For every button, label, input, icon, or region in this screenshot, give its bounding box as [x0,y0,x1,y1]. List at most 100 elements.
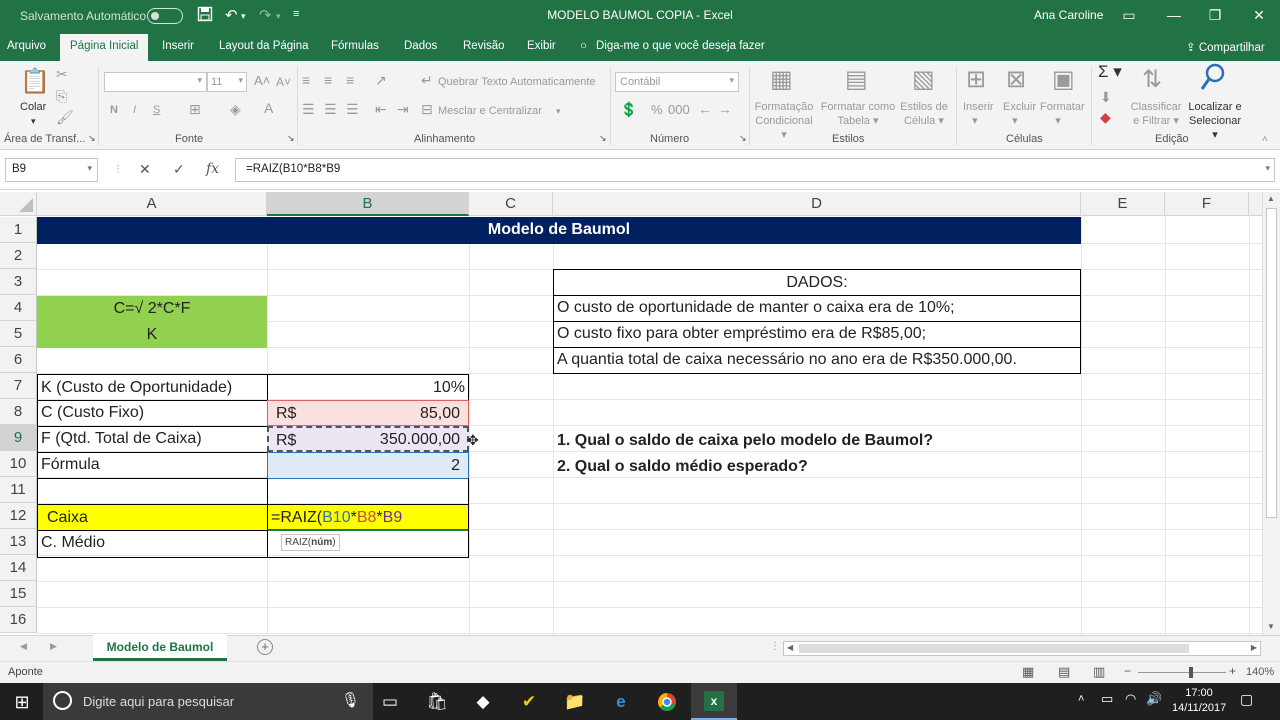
taskbar-clock[interactable]: 17:00 14/11/2017 [1172,686,1226,716]
label-formula-cell[interactable]: Fórmula [37,452,268,479]
autosum-icon[interactable]: Σ ▾ [1098,63,1122,80]
dados-header-cell[interactable]: DADOS: [553,269,1081,296]
sort-filter-button[interactable]: Classificar e Filtrar ▾ [1130,100,1182,128]
value-f-cell[interactable]: R$ 350.000,00 [267,426,469,452]
action-center-icon[interactable]: ▢ [1240,691,1253,708]
tell-me-search[interactable]: Diga-me o que você deseja fazer [596,40,765,52]
edge-icon[interactable]: e [607,692,635,712]
task-view-icon[interactable]: ▭ [376,692,404,712]
cancel-entry-button[interactable]: ✕ [139,161,151,178]
value-c-cell[interactable]: R$ 85,00 [267,400,469,426]
normal-view-icon[interactable]: ▦ [1022,664,1034,680]
scroll-left-icon[interactable]: ◀ [787,643,793,652]
label-caixa-cell[interactable]: Caixa [37,504,268,531]
collapse-ribbon-icon[interactable]: ˄ [1262,133,1268,147]
fill-color-icon[interactable]: ◈ [230,101,241,118]
italic-button[interactable]: I [133,103,136,117]
paste-button[interactable]: Colar [20,100,46,114]
underline-button[interactable]: S [153,103,160,117]
number-launcher-icon[interactable]: ↘ [739,133,747,144]
tab-split-icon[interactable]: ⋮ [770,641,780,652]
excel-taskbar-button[interactable]: x [691,683,737,720]
microphone-icon[interactable]: 🎙 [341,691,360,709]
maximize-icon[interactable]: ❐ [1201,4,1229,26]
row-header-4[interactable]: 4 [0,295,37,321]
thousands-separator-icon[interactable]: 000 [668,103,690,117]
vertical-scrollbar[interactable]: ▲ ▼ [1262,192,1280,635]
tab-formulas[interactable]: Fórmulas [331,40,379,52]
select-all-corner[interactable] [0,192,37,216]
name-box[interactable]: B9 ▾ [5,158,98,182]
row-header-11[interactable]: 11 [0,477,37,503]
row-header-14[interactable]: 14 [0,555,37,581]
paste-icon[interactable]: 📋 [20,67,50,96]
merge-center-button[interactable]: Mesclar e Centralizar [438,104,542,118]
zoom-out-icon[interactable]: − [1124,664,1131,678]
cell-styles-button[interactable]: Estilos de Célula ▾ [898,100,950,128]
dados-row-2[interactable]: O custo fixo para obter empréstimo era d… [553,321,1081,348]
horizontal-scrollbar[interactable]: ◀ ▶ [783,641,1261,656]
page-break-view-icon[interactable]: ▥ [1093,664,1105,680]
tab-dados[interactable]: Dados [404,40,437,52]
wifi-icon[interactable]: ◠ [1125,691,1136,707]
app-icon[interactable]: ◆ [469,692,497,712]
tab-revisao[interactable]: Revisão [463,40,505,52]
share-button[interactable]: ⇪ Compartilhar [1186,40,1265,54]
question-1[interactable]: 1. Qual o saldo de caixa pelo modelo de … [557,428,933,454]
zoom-slider-thumb[interactable] [1189,667,1193,678]
add-sheet-icon[interactable]: + [257,639,273,655]
clear-icon[interactable]: ◆ [1100,109,1111,126]
vertical-scroll-thumb[interactable] [1266,208,1277,518]
value-k-cell[interactable]: 10% [267,374,469,401]
increase-decimal-icon[interactable]: ← [698,101,712,117]
scroll-down-icon[interactable]: ▼ [1267,622,1275,631]
next-sheet-icon[interactable]: ▶ [50,641,57,652]
row-header-12[interactable]: 12 [0,503,37,529]
cut-icon[interactable]: ✂ [56,66,68,83]
borders-icon[interactable]: ⊞ [189,101,201,118]
show-hidden-icons[interactable]: ˄ [1078,693,1084,705]
align-right-icon[interactable]: ☰ [346,101,359,118]
fill-icon[interactable]: ⬇ [1100,89,1112,106]
row-header-1[interactable]: 1 [0,217,37,243]
windows-start-icon[interactable]: ⊞ [8,692,36,713]
horizontal-scroll-thumb[interactable] [799,644,1189,653]
increase-indent-icon[interactable]: ⇥ [397,101,409,118]
scroll-right-icon[interactable]: ▶ [1251,643,1257,652]
font-launcher-icon[interactable]: ↘ [287,133,295,144]
font-size-box[interactable]: 11 ▾ [207,72,247,92]
row-header-8[interactable]: 8 [0,399,37,425]
copy-icon[interactable]: ⎘ [56,88,67,105]
tab-arquivo[interactable]: Arquivo [7,40,46,52]
row-header-7[interactable]: 7 [0,373,37,399]
column-header-c[interactable]: C [469,192,553,216]
column-header-a[interactable]: A [37,192,267,216]
find-select-button[interactable]: Localizar e Selecionar ▾ [1185,100,1245,142]
align-center-icon[interactable]: ☰ [324,101,337,118]
decrease-font-icon[interactable]: A˅ [276,75,291,89]
taskbar-search-box[interactable]: Digite aqui para pesquisar 🎙 [43,683,373,720]
tab-pagina-inicial[interactable]: Página Inicial [60,34,149,61]
decrease-indent-icon[interactable]: ⇤ [375,101,387,118]
question-2[interactable]: 2. Qual o saldo médio esperado? [557,454,808,480]
zoom-slider[interactable] [1138,672,1226,673]
scroll-up-icon[interactable]: ▲ [1267,194,1275,203]
column-header-e[interactable]: E [1081,192,1165,216]
store-icon[interactable]: 🛍 [423,692,451,712]
close-icon[interactable]: ✕ [1245,4,1273,26]
tab-inserir[interactable]: Inserir [162,40,194,52]
font-color-icon[interactable]: A [264,101,273,115]
row-header-2[interactable]: 2 [0,243,37,269]
conditional-formatting-button[interactable]: Formatação Condicional ▾ [753,100,815,142]
formula-c-cell[interactable]: C=√ 2*C*F [37,296,267,322]
clipboard-launcher-icon[interactable]: ↘ [88,133,96,144]
wrap-text-button[interactable]: Quebrar Texto Automaticamente [438,75,596,89]
row-header-9[interactable]: 9 [0,425,37,451]
merge-dropdown-icon[interactable]: ▾ [556,104,561,118]
user-name[interactable]: Ana Caroline [1034,8,1103,22]
enter-entry-button[interactable]: ✓ [173,161,185,178]
network-icon[interactable]: ▭ [1101,691,1113,707]
font-name-box[interactable]: ▾ [104,72,207,92]
function-tooltip[interactable]: RAIZ(núm) [281,534,340,551]
paste-dropdown-icon[interactable]: ▾ [31,114,36,128]
